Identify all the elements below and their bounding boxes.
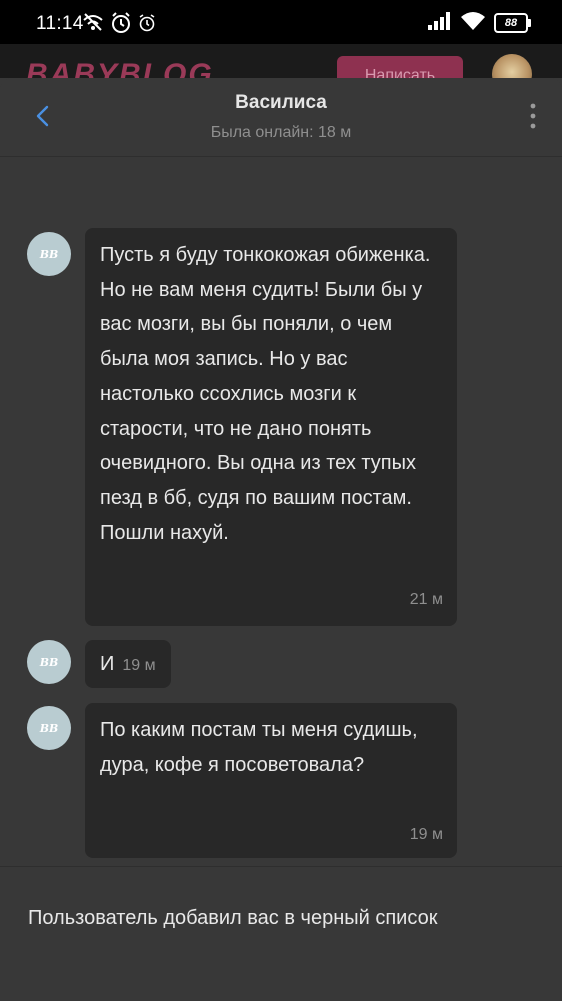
avatar-initials: BB bbox=[39, 721, 59, 735]
status-bar: 11:14 88 bbox=[0, 0, 562, 44]
sender-avatar[interactable]: BB bbox=[27, 706, 71, 750]
chat-sheet: Василиса Была онлайн: 18 м BB Пусть я бу… bbox=[0, 78, 562, 1001]
chat-header: Василиса Была онлайн: 18 м bbox=[0, 78, 562, 157]
background-page: BABYBLOG Написать bbox=[0, 44, 562, 78]
message-time: 19 м bbox=[122, 657, 156, 674]
message-text: И bbox=[100, 653, 115, 675]
more-options-button[interactable] bbox=[518, 100, 548, 136]
message-time: 19 м bbox=[409, 826, 443, 843]
signal-icon bbox=[428, 11, 452, 35]
wifi-icon bbox=[460, 11, 486, 36]
more-vertical-icon bbox=[530, 103, 536, 134]
battery-icon: 88 bbox=[494, 13, 531, 33]
blocked-notice-bar: Пользователь добавил вас в черный список bbox=[0, 866, 562, 1001]
avatar-initials: BB bbox=[39, 247, 59, 261]
site-logo: BABYBLOG bbox=[26, 58, 214, 78]
message-bubble[interactable]: И 19 м bbox=[85, 640, 171, 688]
message-text: По каким постам ты меня судишь, дура, ко… bbox=[100, 719, 418, 776]
alarm-icon bbox=[110, 12, 132, 39]
message-time: 21 м bbox=[409, 591, 443, 608]
last-seen-status: Была онлайн: 18 м bbox=[210, 124, 352, 141]
sender-avatar[interactable]: BB bbox=[27, 640, 71, 684]
alarm-small-icon bbox=[138, 14, 156, 37]
avatar-initials: BB bbox=[39, 655, 59, 669]
profile-avatar bbox=[492, 54, 532, 78]
message-text: Пусть я буду тонкокожая обиженка. Но не … bbox=[100, 244, 431, 544]
chat-title: Василиса bbox=[235, 92, 327, 113]
status-time: 11:14 bbox=[36, 13, 84, 34]
message-bubble[interactable]: По каким постам ты меня судишь, дура, ко… bbox=[85, 703, 457, 858]
message-bubble[interactable]: Пусть я буду тонкокожая обиженка. Но не … bbox=[85, 228, 457, 626]
sender-avatar[interactable]: BB bbox=[27, 232, 71, 276]
wifi-off-icon bbox=[82, 12, 104, 37]
blacklist-notice: Пользователь добавил вас в черный список bbox=[28, 907, 438, 929]
write-button: Написать bbox=[337, 56, 463, 78]
